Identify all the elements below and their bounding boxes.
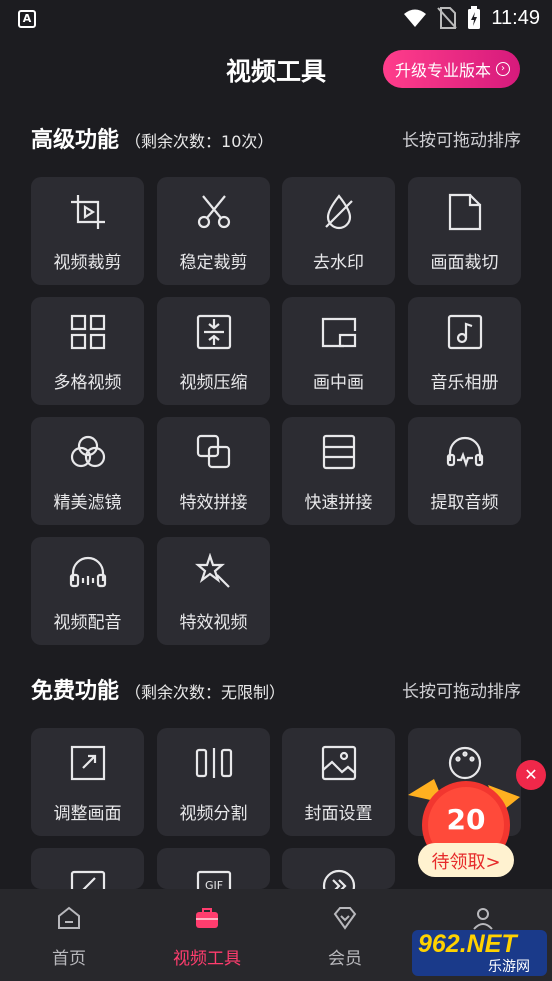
tool-quick-join[interactable]: 快速拼接: [282, 417, 395, 525]
upgrade-button[interactable]: 升级专业版本 ›: [382, 50, 520, 88]
section-note: （剩余次数：10次）: [125, 132, 274, 151]
section-note: （剩余次数：无限制）: [125, 683, 286, 702]
tool-edit-frame[interactable]: [31, 848, 144, 902]
tab-label: 视频工具: [173, 949, 241, 969]
tool-multi-grid-video[interactable]: 多格视频: [31, 297, 144, 405]
tool-label: 视频压缩: [179, 373, 248, 393]
tool-adjust-frame[interactable]: 调整画面: [31, 728, 144, 836]
sort-hint: 长按可拖动排序: [402, 682, 521, 702]
tool-effect-join[interactable]: 特效拼接: [157, 417, 270, 525]
stacked-rows-icon: [322, 434, 356, 470]
no-sim-icon: [437, 7, 458, 29]
tool-label: 稳定裁剪: [179, 253, 248, 273]
tool-label: 提取音频: [430, 493, 499, 513]
cover-image-icon: [321, 745, 357, 781]
tool-label: 精美滤镜: [53, 493, 122, 513]
status-time: 11:49: [491, 6, 540, 29]
picture-in-picture-icon: [321, 317, 357, 348]
section-heading: 高级功能: [31, 128, 120, 153]
header: 视频工具 升级专业版本 ›: [0, 44, 552, 96]
music-album-icon: [447, 314, 483, 350]
tool-remove-watermark[interactable]: 去水印: [282, 177, 395, 285]
tool-frame-cut[interactable]: 画面裁切: [408, 177, 521, 285]
promo-number: 20: [446, 803, 486, 836]
tool-filters[interactable]: 精美滤镜: [31, 417, 144, 525]
water-drop-icon: [325, 194, 353, 230]
promo-label: 待领取>: [431, 852, 501, 873]
tab-video-tools[interactable]: 视频工具: [138, 889, 276, 981]
tool-label: 视频分割: [179, 804, 248, 824]
tool-video-dubbing[interactable]: 视频配音: [31, 537, 144, 645]
site-watermark-logo: 962.NET 乐游网: [412, 930, 547, 976]
profile-icon: [473, 908, 493, 930]
wifi-icon: [404, 9, 427, 27]
resize-icon: [70, 745, 106, 781]
upgrade-label: 升级专业版本: [394, 61, 491, 80]
free-section-header: 免费功能 （剩余次数：无限制） 长按可拖动排序: [31, 673, 521, 704]
notification-app-icon: A: [18, 10, 36, 28]
tool-fast-forward[interactable]: [282, 848, 395, 902]
tool-label: 视频配音: [53, 613, 122, 633]
home-icon: [58, 906, 80, 929]
filter-circles-icon: [70, 435, 106, 468]
tool-video-split[interactable]: 视频分割: [157, 728, 270, 836]
tool-label: 音乐相册: [430, 373, 499, 393]
tab-member[interactable]: 会员: [276, 889, 414, 981]
tool-label: 多格视频: [53, 373, 122, 393]
tool-label: 封面设置: [304, 804, 373, 824]
split-icon: [195, 748, 233, 778]
tool-cover-settings[interactable]: 封面设置: [282, 728, 395, 836]
tab-label: 首页: [52, 949, 86, 969]
tool-label: 快速拼接: [304, 493, 373, 513]
tool-stable-crop[interactable]: 稳定裁剪: [157, 177, 270, 285]
watermark-brand: 962.NET: [418, 930, 517, 958]
magic-star-icon: [195, 553, 230, 588]
battery-charging-icon: [468, 6, 481, 29]
grid-icon: [70, 314, 106, 350]
toolbox-icon: [196, 908, 218, 928]
tool-video-compress[interactable]: 视频压缩: [157, 297, 270, 405]
status-bar: A 11:49: [0, 0, 552, 38]
advanced-section-header: 高级功能 （剩余次数：10次） 长按可拖动排序: [31, 122, 521, 153]
arrow-right-icon: ›: [496, 62, 510, 76]
tool-label: 特效拼接: [179, 493, 248, 513]
tool-label: 画中画: [313, 373, 364, 393]
tab-label: 会员: [328, 949, 362, 969]
compress-icon: [196, 314, 232, 350]
tool-extract-audio[interactable]: 提取音频: [408, 417, 521, 525]
diamond-icon: [333, 907, 357, 930]
tool-music-album[interactable]: 音乐相册: [408, 297, 521, 405]
watermark-sub: 乐游网: [488, 959, 530, 975]
tool-label: 调整画面: [53, 804, 122, 824]
overlap-squares-icon: [196, 434, 231, 469]
section-heading: 免费功能: [31, 679, 120, 704]
sort-hint: 长按可拖动排序: [402, 131, 521, 151]
scissors-icon: [197, 195, 231, 229]
tool-gif[interactable]: GIF: [157, 848, 270, 902]
promo-coupon[interactable]: 20 待领取>: [404, 775, 528, 885]
tool-label: 特效视频: [179, 613, 248, 633]
tool-effect-video[interactable]: 特效视频: [157, 537, 270, 645]
tool-label: 视频裁剪: [53, 253, 122, 273]
tab-home[interactable]: 首页: [0, 889, 138, 981]
tool-label: 画面裁切: [430, 253, 499, 273]
tool-picture-in-picture[interactable]: 画中画: [282, 297, 395, 405]
headphones-icon: [69, 556, 107, 588]
tool-video-crop[interactable]: 视频裁剪: [31, 177, 144, 285]
page-corner-icon: [448, 193, 482, 231]
crop-play-icon: [71, 195, 105, 229]
headphones-wave-icon: [446, 436, 484, 468]
tool-label: 去水印: [313, 253, 364, 273]
promo-close-button[interactable]: ✕: [516, 760, 546, 790]
